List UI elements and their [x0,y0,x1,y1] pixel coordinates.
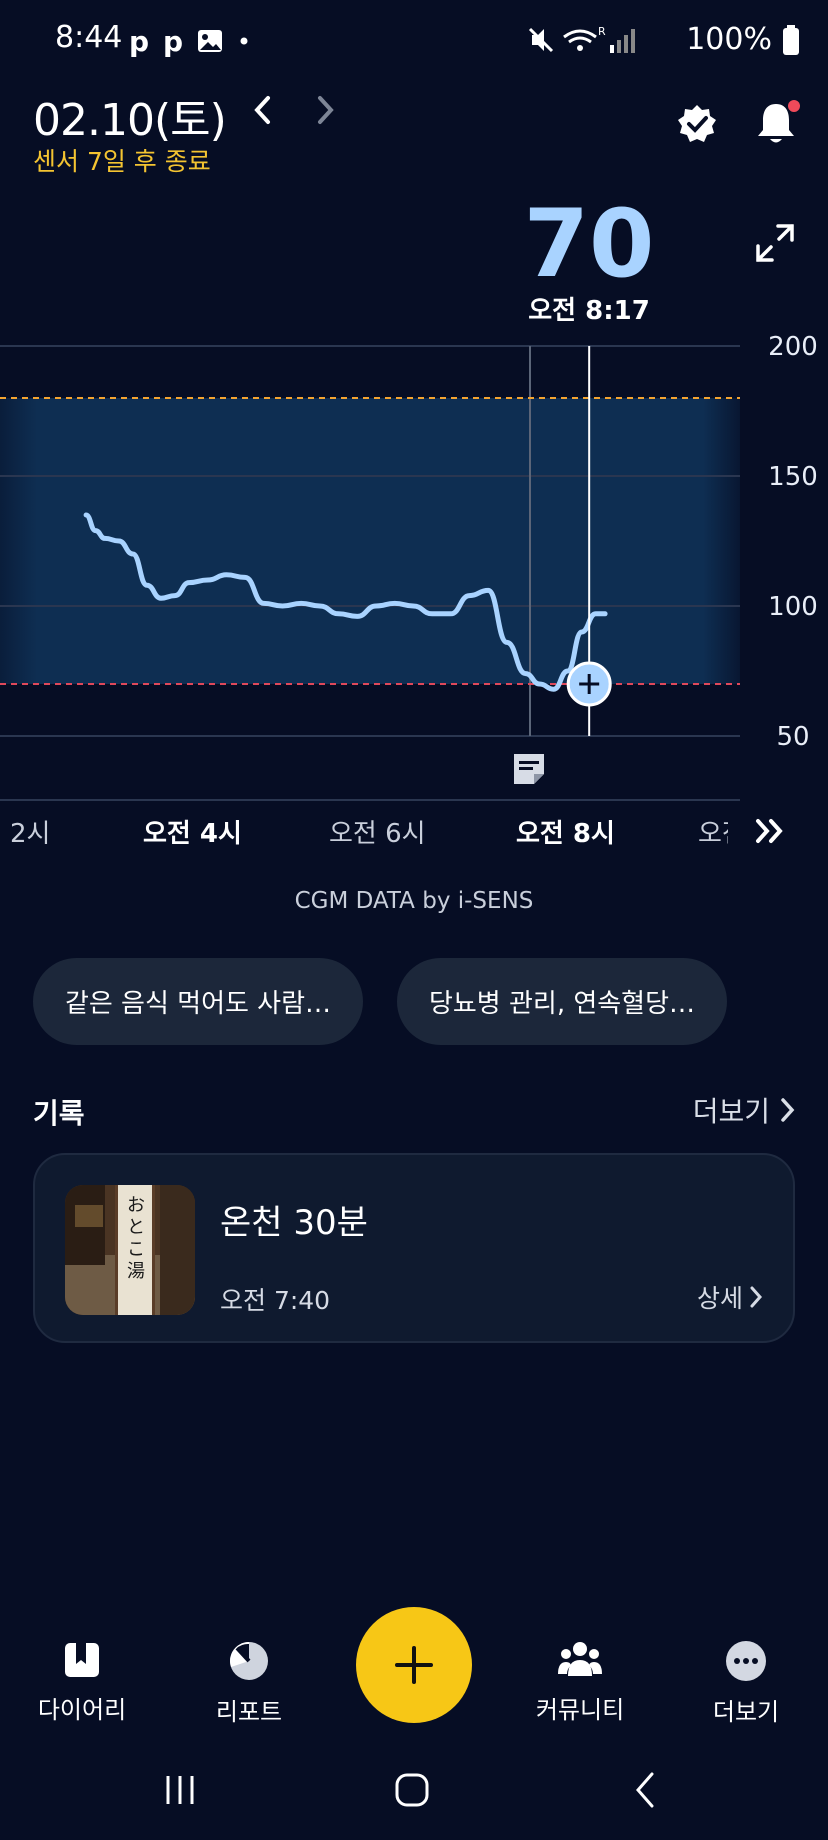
article-pill-2[interactable]: 당뇨병 관리, 연속혈당… [397,958,727,1045]
verified-button[interactable] [676,103,718,149]
y-tick-label: 50 [776,722,809,752]
nav-community-label: 커뮤니티 [535,1696,625,1724]
x-tick-label: 오전 6시 [329,819,426,849]
bell-icon [758,100,800,143]
chevron-right-icon [318,96,334,124]
x-tick-label: 오전 8시 [516,819,615,849]
scroll-forward-button[interactable] [754,816,786,850]
record-detail-label: 상세 [696,1284,743,1313]
community-people-icon [558,1642,602,1676]
x-tick-label: 오전 [698,819,728,849]
nav-diary[interactable]: 다이어리 [22,1640,142,1725]
nav-report-label: 리포트 [215,1698,283,1726]
svg-text:R: R [598,25,606,38]
add-record-button[interactable] [356,1607,472,1723]
memo-marker-button[interactable] [510,750,548,792]
glucose-chart[interactable]: 200 150 100 50 [0,330,828,810]
x-tick-label: 2시 [10,819,51,849]
system-home-button[interactable] [392,1770,432,1814]
expand-icon [756,224,794,262]
more-dots-icon [726,1641,766,1681]
current-glucose-value: 70 [523,190,655,299]
diary-book-icon [65,1643,99,1677]
x-tick-label: 오전 4시 [143,819,242,849]
chevron-right-icon [781,1098,795,1122]
status-system-icons: R 100% [526,22,800,57]
battery-icon [783,24,799,55]
record-card[interactable]: おとこ湯 온천 30분 오전 7:40 상세 [33,1153,795,1343]
verified-badge-icon [678,105,716,142]
back-icon [636,1772,654,1808]
records-more-link[interactable]: 더보기 [693,1090,796,1130]
chevron-right-icon [750,1286,763,1308]
svg-text:p: p [129,25,149,58]
y-tick-label: 100 [768,592,818,622]
system-recents-button[interactable] [160,1770,200,1814]
cgm-data-credit: CGM DATA by i-SENS [294,888,534,914]
next-day-button[interactable] [312,92,338,132]
nav-community[interactable]: 커뮤니티 [520,1640,640,1725]
sensor-expiry-note: 센서 7일 후 종료 [33,147,211,176]
current-glucose-time: 오전 8:17 [528,296,650,326]
memo-icon [514,754,544,784]
double-chevron-right-icon [756,819,783,843]
record-title: 온천 30분 [220,1203,368,1243]
status-notification-icons: p p [95,20,275,64]
article-pill-1[interactable]: 같은 음식 먹어도 사람… [33,958,363,1045]
pie-chart-icon [230,1642,268,1680]
recents-icon [166,1776,194,1804]
record-thumbnail: おとこ湯 [65,1185,195,1315]
thumb-sign-text: おとこ湯 [127,1195,145,1282]
record-detail-link[interactable]: 상세 [697,1279,763,1315]
nav-more[interactable]: 더보기 [686,1640,806,1727]
unread-dot [788,100,800,112]
nav-diary-label: 다이어리 [37,1696,127,1724]
y-tick-label: 150 [768,462,818,492]
system-back-button[interactable] [626,1770,666,1814]
records-title: 기록 [33,1097,85,1130]
notification-button[interactable] [754,98,802,152]
battery-percent: 100% [686,22,772,57]
svg-text:p: p [163,25,183,58]
chevron-left-icon [254,96,270,124]
records-more-label: 더보기 [692,1095,770,1128]
date-title[interactable]: 02.10(토) [33,84,227,148]
y-tick-label: 200 [768,332,818,362]
nav-more-label: 더보기 [712,1698,780,1726]
nav-report[interactable]: 리포트 [189,1640,309,1727]
home-icon [395,1773,429,1807]
plus-icon [395,1646,433,1684]
expand-chart-button[interactable] [754,222,796,268]
mute-wifi-signal-icon: R [529,25,636,53]
record-time: 오전 7:40 [220,1286,331,1315]
prev-day-button[interactable] [250,92,276,132]
